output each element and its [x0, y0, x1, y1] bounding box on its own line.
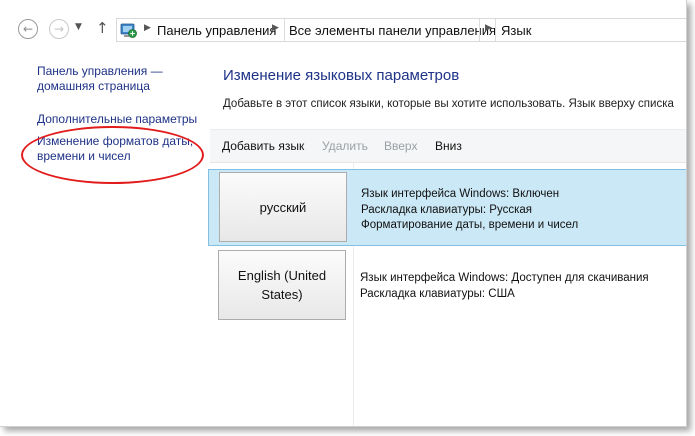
breadcrumb-language[interactable]: Язык	[501, 23, 531, 38]
breadcrumb-separator-icon[interactable]: ▶	[485, 23, 492, 33]
remove-button[interactable]: Удалить	[322, 139, 368, 153]
back-button[interactable]: ←	[18, 19, 38, 39]
language-name: English (United States)	[238, 266, 326, 304]
forward-button[interactable]: →	[49, 19, 69, 39]
forward-arrow-icon: →	[53, 22, 65, 36]
breadcrumb-divider	[284, 19, 285, 41]
breadcrumb-divider	[479, 19, 480, 41]
add-language-button[interactable]: Добавить язык	[222, 139, 304, 153]
breadcrumb-divider	[495, 19, 496, 41]
sidebar-home-link-line1: Панель управления —	[37, 64, 163, 78]
breadcrumb-separator-icon[interactable]: ▶	[272, 23, 279, 33]
page-title: Изменение языковых параметров	[223, 67, 460, 84]
detail-line: Язык интерфейса Windows: Включен	[361, 188, 560, 200]
language-row-english[interactable]: English (United States) Язык интерфейса …	[208, 249, 686, 326]
move-down-button[interactable]: Вниз	[435, 139, 462, 153]
language-name-line1: English (United	[237, 268, 327, 283]
language-button-russian[interactable]: русский	[219, 172, 347, 242]
language-details: Язык интерфейса Windows: Доступен для ск…	[360, 271, 649, 302]
detail-line: Форматирование даты, времени и чисел	[361, 219, 579, 231]
address-bar[interactable]: ▶ Панель управления ▶ Все элементы панел…	[116, 18, 686, 42]
page-description: Добавьте в этот список языки, которые вы…	[223, 98, 674, 110]
breadcrumb-control-panel[interactable]: Панель управления	[157, 23, 276, 38]
back-arrow-icon: ←	[22, 22, 34, 36]
breadcrumb-all-items[interactable]: Все элементы панели управления	[289, 23, 496, 38]
up-button[interactable]: ↑	[96, 19, 109, 37]
language-name-line2: States)	[261, 287, 303, 302]
chevron-down-icon: ▼	[75, 22, 82, 32]
language-name: русский	[259, 199, 307, 215]
toolbar: Добавить язык Удалить Вверх Вниз	[210, 129, 686, 163]
sidebar-advanced-settings-link[interactable]: Дополнительные параметры	[37, 112, 197, 127]
language-row-russian[interactable]: русский Язык интерфейса Windows: Включен…	[208, 169, 686, 246]
detail-line: Раскладка клавиатуры: США	[360, 287, 515, 300]
language-button-english[interactable]: English (United States)	[218, 250, 346, 320]
sidebar-home-link-line2: домашняя страница	[37, 79, 150, 93]
navigation-bar: ← → ▼ ↑ ▶ Панель управления ▶ Все элемен…	[0, 0, 686, 44]
up-arrow-icon: ↑	[96, 19, 109, 37]
breadcrumb-separator-icon[interactable]: ▶	[144, 23, 151, 33]
highlight-ellipse	[21, 126, 204, 184]
control-panel-icon	[120, 23, 137, 38]
detail-line: Язык интерфейса Windows: Доступен для ск…	[360, 272, 649, 284]
sidebar-home-link[interactable]: Панель управления — домашняя страница	[37, 64, 163, 94]
move-up-button[interactable]: Вверх	[384, 139, 417, 153]
detail-line: Раскладка клавиатуры: Русская	[361, 203, 532, 216]
recent-locations-dropdown[interactable]: ▼	[75, 22, 82, 32]
language-details: Язык интерфейса Windows: Включен Расклад…	[361, 187, 578, 234]
window: ← → ▼ ↑ ▶ Панель управления ▶ Все элемен…	[0, 0, 687, 427]
